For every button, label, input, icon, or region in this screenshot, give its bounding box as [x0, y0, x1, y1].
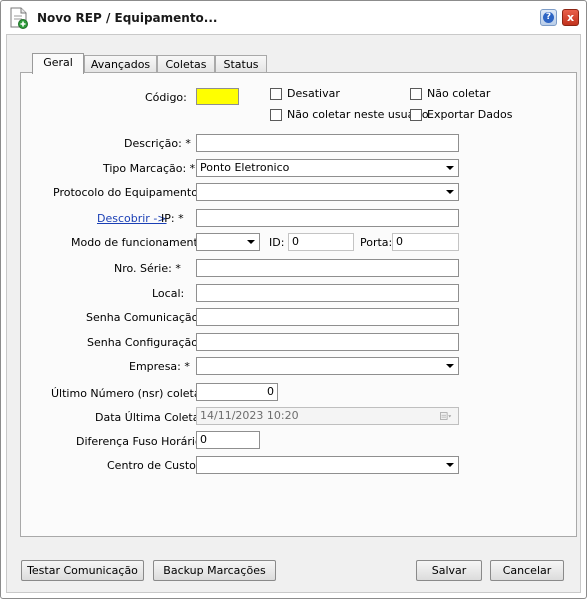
porta-field[interactable]: 0 [392, 233, 459, 251]
modo-select[interactable] [196, 233, 260, 251]
centro-custo-select[interactable] [196, 456, 459, 474]
help-icon: ? [543, 12, 554, 23]
tipo-marcacao-label: Tipo Marcação: * [103, 162, 196, 175]
exportar-dados-checkbox[interactable] [410, 109, 422, 121]
fuso-field[interactable]: 0 [196, 431, 260, 449]
exportar-dados-label: Exportar Dados [427, 108, 513, 121]
backup-marcacoes-button[interactable]: Backup Marcações [153, 560, 276, 581]
desativar-checkbox[interactable] [270, 88, 282, 100]
data-ultima-coleta-field[interactable]: 14/11/2023 10:20 [196, 407, 459, 425]
chevron-down-icon [446, 463, 454, 467]
tab-label: Avançados [90, 58, 151, 71]
tab-label: Coletas [165, 58, 207, 71]
senha-comunicacao-label: Senha Comunicação: [86, 311, 203, 324]
senha-configuracao-label: Senha Configuração: [87, 336, 202, 349]
help-button[interactable]: ? [540, 9, 557, 26]
porta-label: Porta: [360, 236, 393, 249]
codigo-label: Código: [145, 91, 187, 104]
calendar-icon [440, 412, 452, 420]
protocolo-select[interactable] [196, 183, 459, 201]
nao-coletar-label: Não coletar [427, 87, 491, 100]
modo-label: Modo de funcionamento: [71, 236, 209, 249]
empresa-select[interactable] [196, 357, 459, 375]
descobrir-link[interactable]: Descobrir -> [97, 212, 167, 225]
senha-comunicacao-field[interactable] [196, 308, 459, 326]
id-field[interactable]: 0 [288, 233, 354, 251]
dialog-window: Novo REP / Equipamento... ? x Geral Avan… [0, 0, 587, 599]
nao-coletar-usuario-checkbox[interactable] [270, 109, 282, 121]
ultimo-nsr-field[interactable]: 0 [196, 383, 278, 401]
ip-field[interactable] [196, 209, 459, 227]
chevron-down-icon [446, 190, 454, 194]
tab-geral[interactable]: Geral [32, 53, 84, 74]
chevron-down-icon [446, 166, 454, 170]
data-ultima-coleta-value: 14/11/2023 10:20 [200, 409, 299, 422]
id-label: ID: [269, 236, 285, 249]
window-title: Novo REP / Equipamento... [37, 11, 218, 25]
codigo-field[interactable] [196, 88, 239, 105]
chevron-down-icon [446, 364, 454, 368]
senha-configuracao-field[interactable] [196, 333, 459, 351]
close-button[interactable]: x [562, 9, 579, 26]
empresa-label: Empresa: * [129, 360, 190, 373]
nao-coletar-checkbox[interactable] [410, 88, 422, 100]
descricao-label: Descrição: * [124, 137, 191, 150]
centro-custo-label: Centro de Custo: [107, 459, 200, 472]
nro-serie-label: Nro. Série: * [114, 262, 181, 275]
ultimo-nsr-value: 0 [267, 385, 274, 398]
testar-comunicacao-button[interactable]: Testar Comunicação [21, 560, 144, 581]
fuso-label: Diferença Fuso Horário: [76, 435, 206, 448]
ultimo-nsr-label: Último Número (nsr) coletado: [51, 387, 218, 400]
ip-label: IP: * [161, 212, 184, 225]
descricao-field[interactable] [196, 134, 459, 152]
data-ultima-coleta-label: Data Última Coleta: [95, 411, 204, 424]
chevron-down-icon [247, 240, 255, 244]
local-label: Local: [152, 287, 185, 300]
protocolo-label: Protocolo do Equipamento: * [53, 186, 211, 199]
document-add-icon [10, 7, 28, 29]
tab-label: Status [223, 58, 259, 71]
local-field[interactable] [196, 284, 459, 302]
desativar-label: Desativar [287, 87, 340, 100]
cancelar-button[interactable]: Cancelar [490, 560, 564, 581]
nao-coletar-usuario-label: Não coletar neste usuário [287, 108, 429, 121]
tipo-marcacao-value: Ponto Eletronico [200, 161, 290, 174]
salvar-button[interactable]: Salvar [416, 560, 482, 581]
tipo-marcacao-select[interactable]: Ponto Eletronico [196, 159, 459, 177]
nro-serie-field[interactable] [196, 259, 459, 277]
tab-label: Geral [43, 56, 73, 69]
close-icon: x [566, 11, 575, 24]
title-bar: Novo REP / Equipamento... ? x [1, 1, 586, 33]
